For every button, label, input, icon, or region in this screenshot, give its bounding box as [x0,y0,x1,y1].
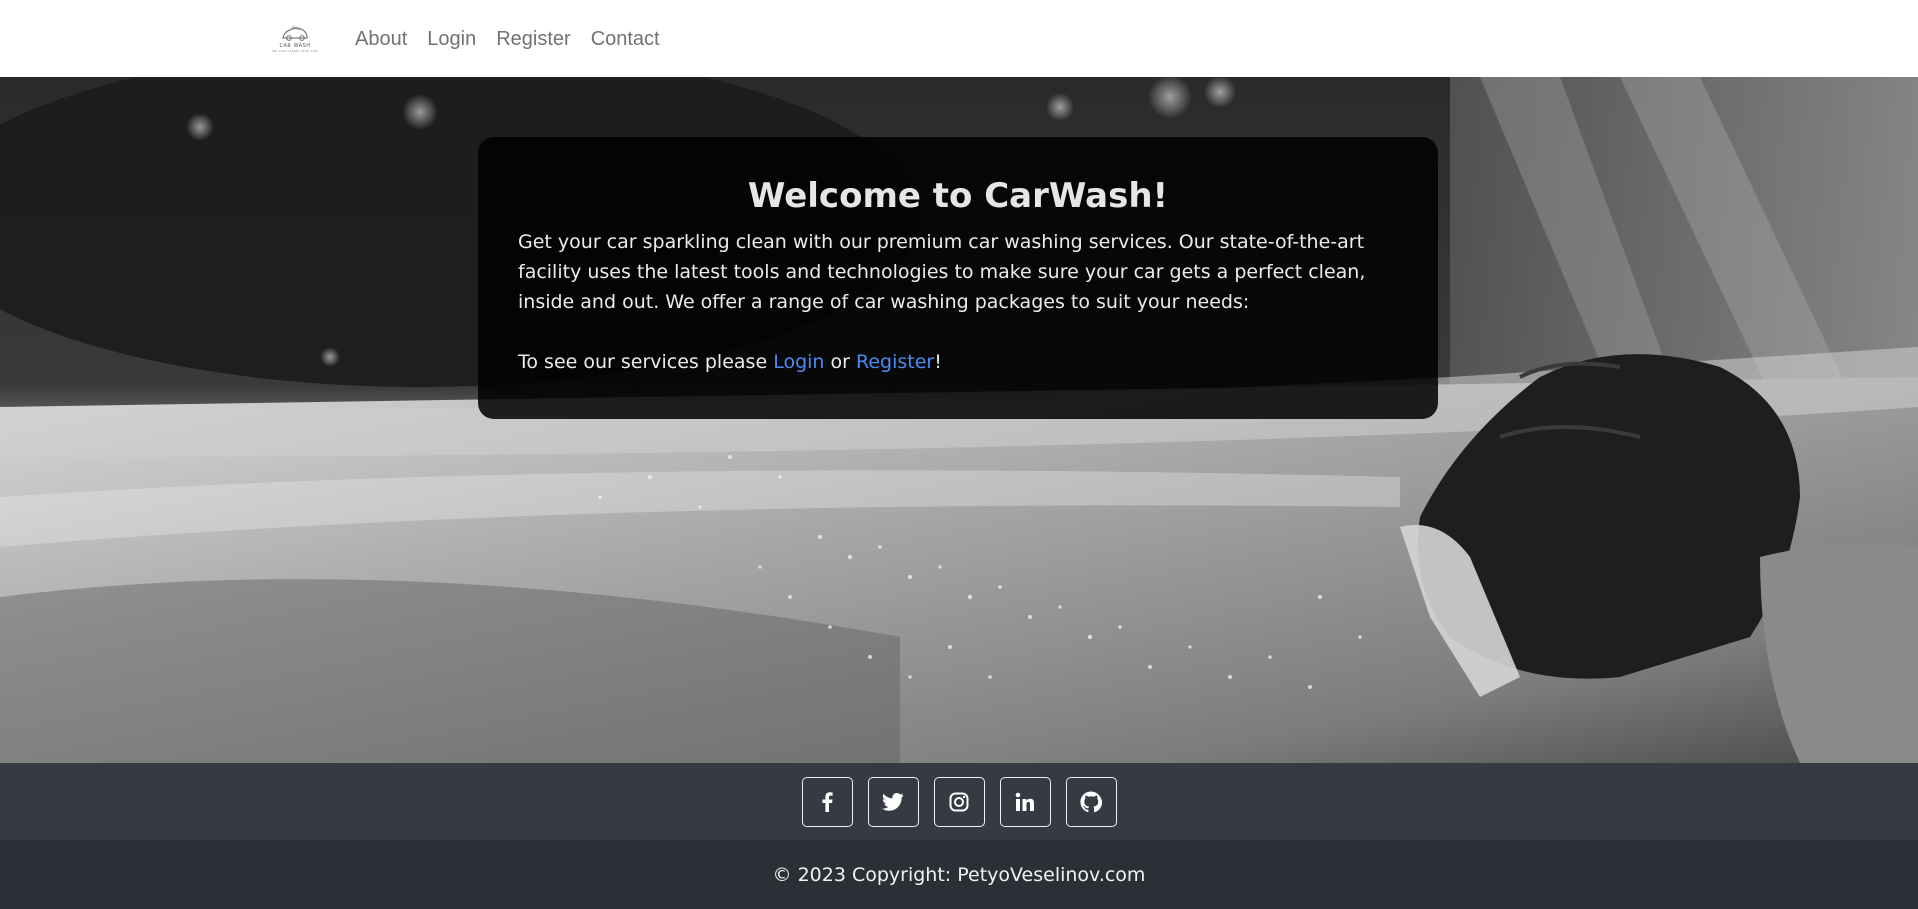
cta-register-link[interactable]: Register [856,351,934,373]
car-logo-icon [282,24,308,41]
cta-login-link[interactable]: Login [773,351,824,373]
nav-links: About Login Register Contact [345,24,670,54]
copyright-text: © 2023 Copyright: PetyoVeselinov.com [772,863,1146,886]
cta-suffix: ! [934,351,942,373]
welcome-description: Get your car sparkling clean with our pr… [518,231,1366,313]
welcome-title: Welcome to CarWash! [747,176,1169,216]
github-icon [1080,790,1102,812]
instagram-icon [949,792,969,811]
brand-tagline: WE CAN CLEAN YOUR CAR [272,48,318,53]
social-links-bar [0,763,1918,840]
copyright-bar: © 2023 Copyright: PetyoVeselinov.com [0,840,1918,909]
welcome-cta: To see our services please Login or Regi… [518,347,1398,377]
facebook-icon [822,791,833,812]
nav-link-about[interactable]: About [345,24,417,54]
github-button[interactable] [1065,776,1117,827]
twitter-button[interactable] [867,776,919,827]
brand-logo[interactable]: CAR WASH WE CAN CLEAN YOUR CAR [264,20,326,56]
top-navbar: CAR WASH WE CAN CLEAN YOUR CAR About Log… [0,0,1918,77]
hero-section: Welcome to CarWash! Get your car sparkli… [0,77,1918,763]
facebook-button[interactable] [801,776,853,827]
linkedin-button[interactable] [999,776,1051,827]
cta-middle: or [824,351,856,373]
nav-link-login[interactable]: Login [417,24,486,54]
linkedin-icon [1015,792,1034,811]
instagram-button[interactable] [933,776,985,827]
nav-link-register[interactable]: Register [486,24,580,54]
twitter-icon [882,792,904,811]
welcome-card: Welcome to CarWash! Get your car sparkli… [478,137,1438,419]
cta-prefix: To see our services please [518,351,774,373]
nav-link-contact[interactable]: Contact [581,24,670,54]
